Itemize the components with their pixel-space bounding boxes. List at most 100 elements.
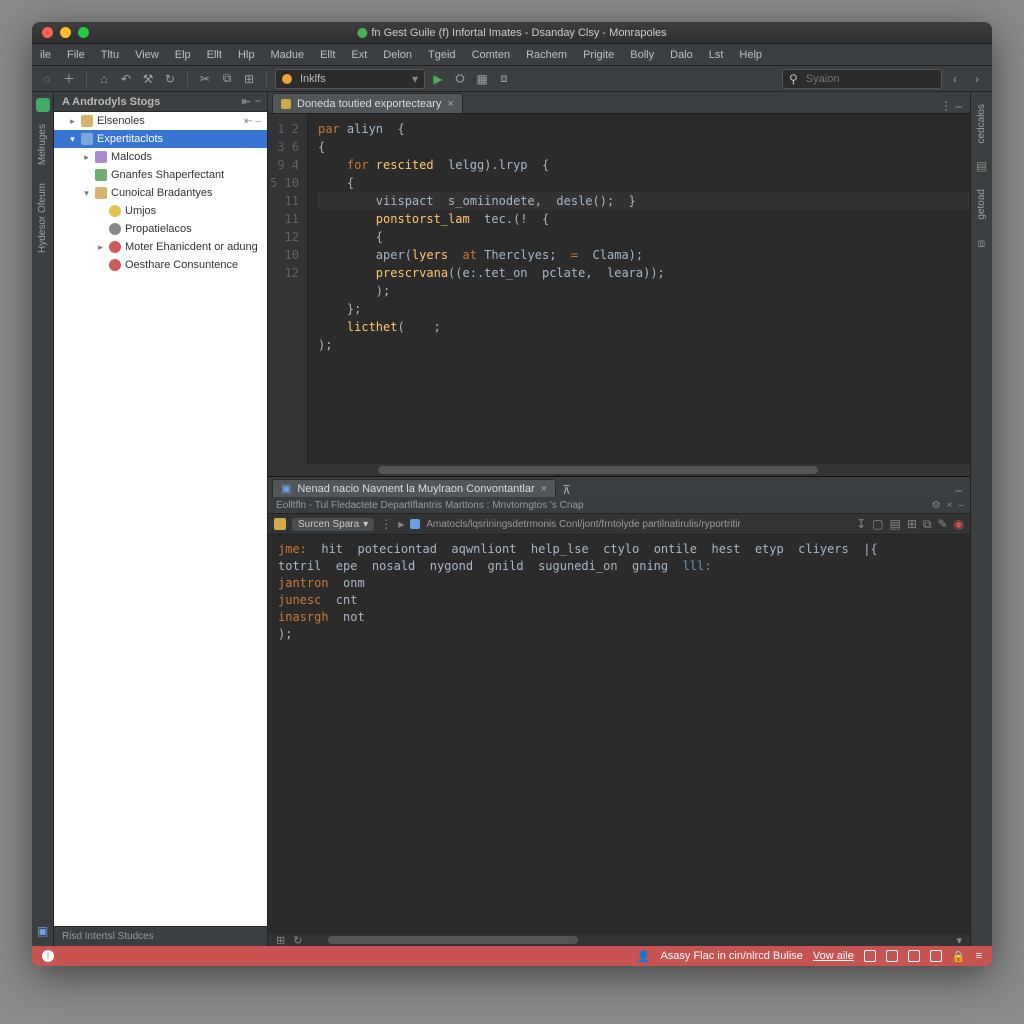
run-indicator-icon[interactable] xyxy=(274,518,286,530)
status-icon-3[interactable] xyxy=(908,950,920,962)
right-tool-tab-2[interactable]: getoad xyxy=(974,183,989,226)
save-button[interactable]: ⌂ xyxy=(95,70,113,88)
console-scroll-thumb[interactable] xyxy=(328,936,578,944)
code-editor[interactable]: 1 2 3 6 9 4 5 10 11 11 12 10 12 par aliy… xyxy=(268,114,970,464)
inspect-icon[interactable]: ⧈ xyxy=(978,236,986,251)
menu-delon[interactable]: Delon xyxy=(375,49,420,61)
tree-row-3[interactable]: Gnanfes Shaperfectant xyxy=(54,166,267,184)
left-tool-tab-2[interactable]: Hydesor Ofeum xyxy=(35,177,50,259)
prev-button[interactable]: ‹ xyxy=(946,70,964,88)
menu-lst[interactable]: Lst xyxy=(701,49,732,61)
search-input[interactable] xyxy=(804,72,950,86)
status-link[interactable]: Vow aile xyxy=(813,950,854,962)
cut-button[interactable]: ✂ xyxy=(196,70,214,88)
menu-tltu[interactable]: Tltu xyxy=(93,49,127,61)
menu-tgeid[interactable]: Tgeid xyxy=(420,49,464,61)
close-console-tab-icon[interactable]: × xyxy=(541,483,547,495)
tree-row-6[interactable]: Propatielacos xyxy=(54,220,267,238)
back-button[interactable]: ◌ xyxy=(38,70,56,88)
debug-button[interactable]: ⛭ xyxy=(451,70,469,88)
min-icon[interactable]: – xyxy=(958,500,964,511)
minimize-window-button[interactable] xyxy=(60,27,71,38)
menu-madue[interactable]: Madue xyxy=(262,49,312,61)
right-tool-tab-1[interactable]: cedcałos xyxy=(974,98,989,149)
search-box[interactable]: ⚲ xyxy=(782,69,942,89)
project-icon[interactable] xyxy=(36,98,50,112)
status-icon-2[interactable] xyxy=(886,950,898,962)
menu-comten[interactable]: Comten xyxy=(464,49,519,61)
tool-icon-5[interactable]: ⧉ xyxy=(923,517,932,532)
minimize-panel-icon[interactable]: – xyxy=(955,483,962,497)
sb-icon-1[interactable]: ⊞ xyxy=(276,934,285,947)
menu-ellt[interactable]: Ellt xyxy=(312,49,343,61)
hide-icon[interactable]: – xyxy=(255,95,261,108)
pin-icon[interactable]: ⊼ xyxy=(562,483,571,497)
close-icon[interactable]: × xyxy=(947,500,953,511)
editor-tab[interactable]: Doneda toutied exportecteary × xyxy=(272,93,463,113)
play-icon[interactable]: ▸ xyxy=(398,517,404,531)
menu-help[interactable]: Help xyxy=(731,49,770,61)
scope-chip[interactable]: Surcen Spara▾ xyxy=(292,518,374,531)
left-tool-tab-1[interactable]: Mełruges xyxy=(35,118,50,171)
undo-button[interactable]: ↶ xyxy=(117,70,135,88)
db-icon[interactable]: ▤ xyxy=(976,159,987,173)
zoom-window-button[interactable] xyxy=(78,27,89,38)
tree-row-7[interactable]: ▸Moter Ehanicdent or adung xyxy=(54,238,267,256)
code-content[interactable]: par aliyn { { for rescited lelgg).lryp {… xyxy=(308,114,970,464)
tool-icon-1[interactable]: ↧ xyxy=(856,517,866,532)
menu-dalo[interactable]: Dalo xyxy=(662,49,701,61)
menu-view[interactable]: View xyxy=(127,49,167,61)
copy-button[interactable]: ⧉ xyxy=(218,70,236,88)
redo-button[interactable]: ↻ xyxy=(161,70,179,88)
status-menu-icon[interactable]: ≡ xyxy=(976,950,982,962)
status-icon-4[interactable] xyxy=(930,950,942,962)
editor-scrollbar[interactable] xyxy=(268,464,970,476)
tree-row-0[interactable]: ▸Elsenoles⇤ – xyxy=(54,112,267,130)
warning-icon[interactable]: ! xyxy=(42,950,54,962)
tree-row-2[interactable]: ▸Malcods xyxy=(54,148,267,166)
menu-rachem[interactable]: Rachem xyxy=(518,49,575,61)
collapse-icon[interactable]: ⇤ xyxy=(242,95,251,108)
tool-icon-6[interactable]: ✎ xyxy=(937,517,947,532)
hammer-icon[interactable]: ⚒ xyxy=(139,70,157,88)
tab-overflow-icon[interactable]: ⋮ – xyxy=(940,99,962,113)
tree-row-1[interactable]: ▾Expertitaclots xyxy=(54,130,267,148)
close-window-button[interactable] xyxy=(42,27,53,38)
menu-prigite[interactable]: Prigite xyxy=(575,49,622,61)
sb-chevron-icon[interactable]: ▾ xyxy=(956,934,962,947)
paste-button[interactable]: ⊞ xyxy=(240,70,258,88)
console-output[interactable]: jme: hit poteciontad aqwnliont help_lse … xyxy=(268,535,970,934)
run-config-selector[interactable]: ▾ xyxy=(275,69,425,89)
tree-row-4[interactable]: ▾Cunoical Bradantyes xyxy=(54,184,267,202)
close-tab-icon[interactable]: × xyxy=(447,98,453,110)
menu-bolly[interactable]: Bolly xyxy=(622,49,662,61)
menu-elp[interactable]: Elp xyxy=(167,49,199,61)
tool-icon-3[interactable]: ▤ xyxy=(889,517,900,532)
new-button[interactable]: ＋ xyxy=(60,70,78,88)
project-tree[interactable]: ▸Elsenoles⇤ –▾Expertitaclots▸MalcodsGnan… xyxy=(54,112,267,926)
menu-ext[interactable]: Ext xyxy=(343,49,375,61)
run-button[interactable]: ▶ xyxy=(429,70,447,88)
tool-icon-7[interactable]: ◉ xyxy=(954,517,964,532)
scrollbar-thumb[interactable] xyxy=(378,466,818,474)
console-tab[interactable]: ▣ Nenad nacio Navnent la Muylraon Convon… xyxy=(272,479,556,497)
status-lock-icon[interactable]: 🔒 xyxy=(952,950,966,963)
next-button[interactable]: › xyxy=(968,70,986,88)
stop-button[interactable]: ▦ xyxy=(473,70,491,88)
gear-icon[interactable]: ⚙ xyxy=(932,500,941,511)
attach-button[interactable]: ⧈ xyxy=(495,70,513,88)
tool-icon-4[interactable]: ⊞ xyxy=(907,517,917,532)
menu-ile[interactable]: ile xyxy=(32,49,59,61)
tool-icon-2[interactable]: ▢ xyxy=(872,517,883,532)
tree-row-8[interactable]: Oesthare Consuntence xyxy=(54,256,267,274)
status-icon-1[interactable] xyxy=(864,950,876,962)
structure-icon[interactable]: ▣ xyxy=(37,924,48,938)
run-config-name[interactable] xyxy=(298,72,398,86)
menu-ellt[interactable]: Ellt xyxy=(199,49,230,61)
console-scrollbar[interactable]: ⊞ ↻ ▾ xyxy=(268,934,970,946)
menu-hlp[interactable]: Hlp xyxy=(230,49,263,61)
filter-icon[interactable]: ⋮ xyxy=(380,517,392,531)
tree-row-5[interactable]: Umjos xyxy=(54,202,267,220)
menu-file[interactable]: File xyxy=(59,49,93,61)
sb-icon-2[interactable]: ↻ xyxy=(293,934,302,947)
